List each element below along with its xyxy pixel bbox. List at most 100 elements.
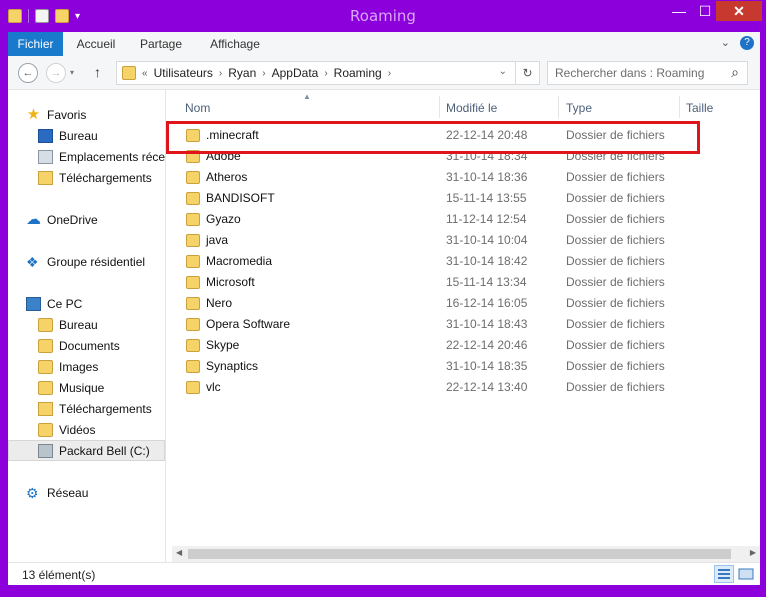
downloads-icon — [38, 170, 53, 185]
expand-ribbon-icon[interactable]: ⌄ — [721, 36, 730, 50]
maximize-button[interactable]: ☐ — [692, 0, 718, 22]
column-header-size[interactable]: Taille — [686, 98, 713, 118]
sidebar-item-videos[interactable]: Vidéos — [38, 419, 95, 440]
sidebar-item-telechargements[interactable]: Téléchargements — [38, 167, 152, 188]
file-date: 11-12-14 12:54 — [446, 212, 527, 226]
chevron-right-icon[interactable]: › — [262, 68, 265, 79]
homegroup-icon: ❖ — [26, 253, 39, 270]
sidebar-item-bureau[interactable]: Bureau — [38, 125, 98, 146]
file-type: Dossier de fichiers — [566, 212, 665, 226]
network-icon: ⚙ — [26, 484, 39, 501]
search-input[interactable]: Rechercher dans : Roaming ⌕ — [547, 61, 748, 85]
sidebar-item-label: Musique — [59, 380, 105, 395]
videos-icon — [38, 422, 53, 437]
close-button[interactable]: ✕ — [716, 1, 762, 21]
help-icon[interactable]: ? — [740, 36, 754, 50]
navigation-bar: ← → ▾ ↑ « Utilisateurs › Ryan › AppData … — [8, 56, 760, 90]
file-name: Skype — [206, 338, 240, 352]
file-type: Dossier de fichiers — [566, 191, 665, 205]
sidebar-item-ce-pc[interactable]: Ce PC — [26, 293, 82, 314]
scroll-right-icon[interactable]: ▶ — [750, 548, 756, 557]
file-date: 31-10-14 18:36 — [446, 170, 528, 184]
column-divider[interactable] — [439, 96, 440, 118]
file-type: Dossier de fichiers — [566, 170, 665, 184]
sidebar-item-label: Réseau — [47, 485, 89, 500]
forward-button[interactable]: → — [46, 63, 66, 83]
tab-accueil[interactable]: Accueil — [70, 32, 122, 56]
file-row-skype[interactable]: Skype 22-12-14 20:46 Dossier de fichiers — [181, 335, 701, 356]
file-row-atheros[interactable]: Atheros 31-10-14 18:36 Dossier de fichie… — [181, 167, 701, 188]
file-row-macromedia[interactable]: Macromedia 31-10-14 18:42 Dossier de fic… — [181, 251, 701, 272]
file-row-bandisoft[interactable]: BANDISOFT 15-11-14 13:55 Dossier de fich… — [181, 188, 701, 209]
scroll-left-icon[interactable]: ◀ — [176, 548, 182, 557]
chevron-right-icon[interactable]: › — [219, 68, 222, 79]
file-name: Opera Software — [206, 317, 291, 331]
sidebar-item-documents[interactable]: Documents — [38, 335, 120, 356]
sidebar-item-images[interactable]: Images — [38, 356, 98, 377]
file-row-nero[interactable]: Nero 16-12-14 16:05 Dossier de fichiers — [181, 293, 701, 314]
file-date: 31-10-14 10:04 — [446, 233, 528, 247]
breadcrumb-roaming[interactable]: Roaming — [334, 66, 382, 80]
sidebar-item-packard-bell[interactable]: Packard Bell (C:) — [8, 440, 165, 461]
sidebar-item-label: Favoris — [47, 107, 87, 122]
column-header-name[interactable]: Nom — [185, 98, 210, 118]
file-row-gyazo[interactable]: Gyazo 11-12-14 12:54 Dossier de fichiers — [181, 209, 701, 230]
column-header-modified[interactable]: Modifié le — [446, 98, 497, 118]
file-name: Gyazo — [206, 212, 241, 226]
tab-fichier[interactable]: Fichier — [8, 32, 63, 56]
item-count: 13 élément(s) — [22, 568, 96, 582]
address-bar[interactable]: « Utilisateurs › Ryan › AppData › Roamin… — [116, 61, 540, 85]
column-header-type[interactable]: Type — [566, 98, 592, 118]
horizontal-scrollbar[interactable]: ◀ ▶ — [172, 546, 760, 562]
sidebar-item-recent-places[interactable]: Emplacements récents — [38, 146, 165, 167]
sidebar-item-groupe-residentiel[interactable]: ❖ Groupe résidentiel — [26, 251, 145, 272]
address-overflow[interactable]: « — [142, 68, 148, 79]
sidebar-item-pc-telechargements[interactable]: Téléchargements — [38, 398, 152, 419]
sidebar-item-label: Documents — [59, 338, 120, 353]
pictures-icon — [38, 359, 53, 374]
file-type: Dossier de fichiers — [566, 233, 665, 247]
sidebar-item-label: Images — [59, 359, 99, 374]
recent-places-icon — [38, 149, 53, 164]
address-dropdown-icon[interactable]: ⌄ — [499, 66, 507, 77]
tab-partage[interactable]: Partage — [134, 32, 188, 56]
chevron-right-icon[interactable]: › — [324, 68, 327, 79]
file-row-vlc[interactable]: vlc 22-12-14 13:40 Dossier de fichiers — [181, 377, 701, 398]
sidebar-item-label: Téléchargements — [59, 170, 152, 185]
up-button[interactable]: ↑ — [94, 64, 101, 80]
file-date: 22-12-14 13:40 — [446, 380, 528, 394]
file-date: 31-10-14 18:35 — [446, 359, 528, 373]
file-type: Dossier de fichiers — [566, 317, 665, 331]
breadcrumb-utilisateurs[interactable]: Utilisateurs — [154, 66, 213, 80]
sidebar-item-favoris[interactable]: ★ Favoris — [26, 104, 87, 125]
large-icons-view-button[interactable] — [736, 565, 756, 583]
recent-locations-icon[interactable]: ▾ — [70, 68, 74, 77]
file-list: ▲ Nom Modifié le Type Taille .minecraft … — [167, 90, 760, 562]
tab-affichage[interactable]: Affichage — [202, 32, 268, 56]
file-row-synaptics[interactable]: Synaptics 31-10-14 18:35 Dossier de fich… — [181, 356, 701, 377]
details-view-button[interactable] — [714, 565, 734, 583]
sidebar-item-musique[interactable]: Musique — [38, 377, 104, 398]
folder-icon — [38, 317, 53, 332]
sidebar-item-label: Téléchargements — [59, 401, 152, 416]
column-divider[interactable] — [679, 96, 680, 118]
column-divider[interactable] — [558, 96, 559, 118]
scrollbar-thumb[interactable] — [188, 549, 731, 559]
minimize-button[interactable]: — — [666, 0, 692, 22]
sidebar-item-reseau[interactable]: ⚙ Réseau — [26, 482, 88, 503]
file-row-java[interactable]: java 31-10-14 10:04 Dossier de fichiers — [181, 230, 701, 251]
file-row-opera-software[interactable]: Opera Software 31-10-14 18:43 Dossier de… — [181, 314, 701, 335]
folder-icon — [186, 339, 200, 352]
breadcrumb-ryan[interactable]: Ryan — [228, 66, 256, 80]
breadcrumb-appdata[interactable]: AppData — [272, 66, 319, 80]
file-type: Dossier de fichiers — [566, 380, 665, 394]
folder-icon — [186, 297, 200, 310]
refresh-button[interactable]: ↻ — [515, 62, 539, 84]
chevron-right-icon[interactable]: › — [388, 68, 391, 79]
sidebar-item-pc-bureau[interactable]: Bureau — [38, 314, 98, 335]
back-button[interactable]: ← — [18, 63, 38, 83]
file-row-microsoft[interactable]: Microsoft 15-11-14 13:34 Dossier de fich… — [181, 272, 701, 293]
search-icon[interactable]: ⌕ — [731, 64, 739, 81]
sidebar-item-onedrive[interactable]: ☁ OneDrive — [26, 209, 98, 230]
drive-icon — [38, 443, 53, 458]
